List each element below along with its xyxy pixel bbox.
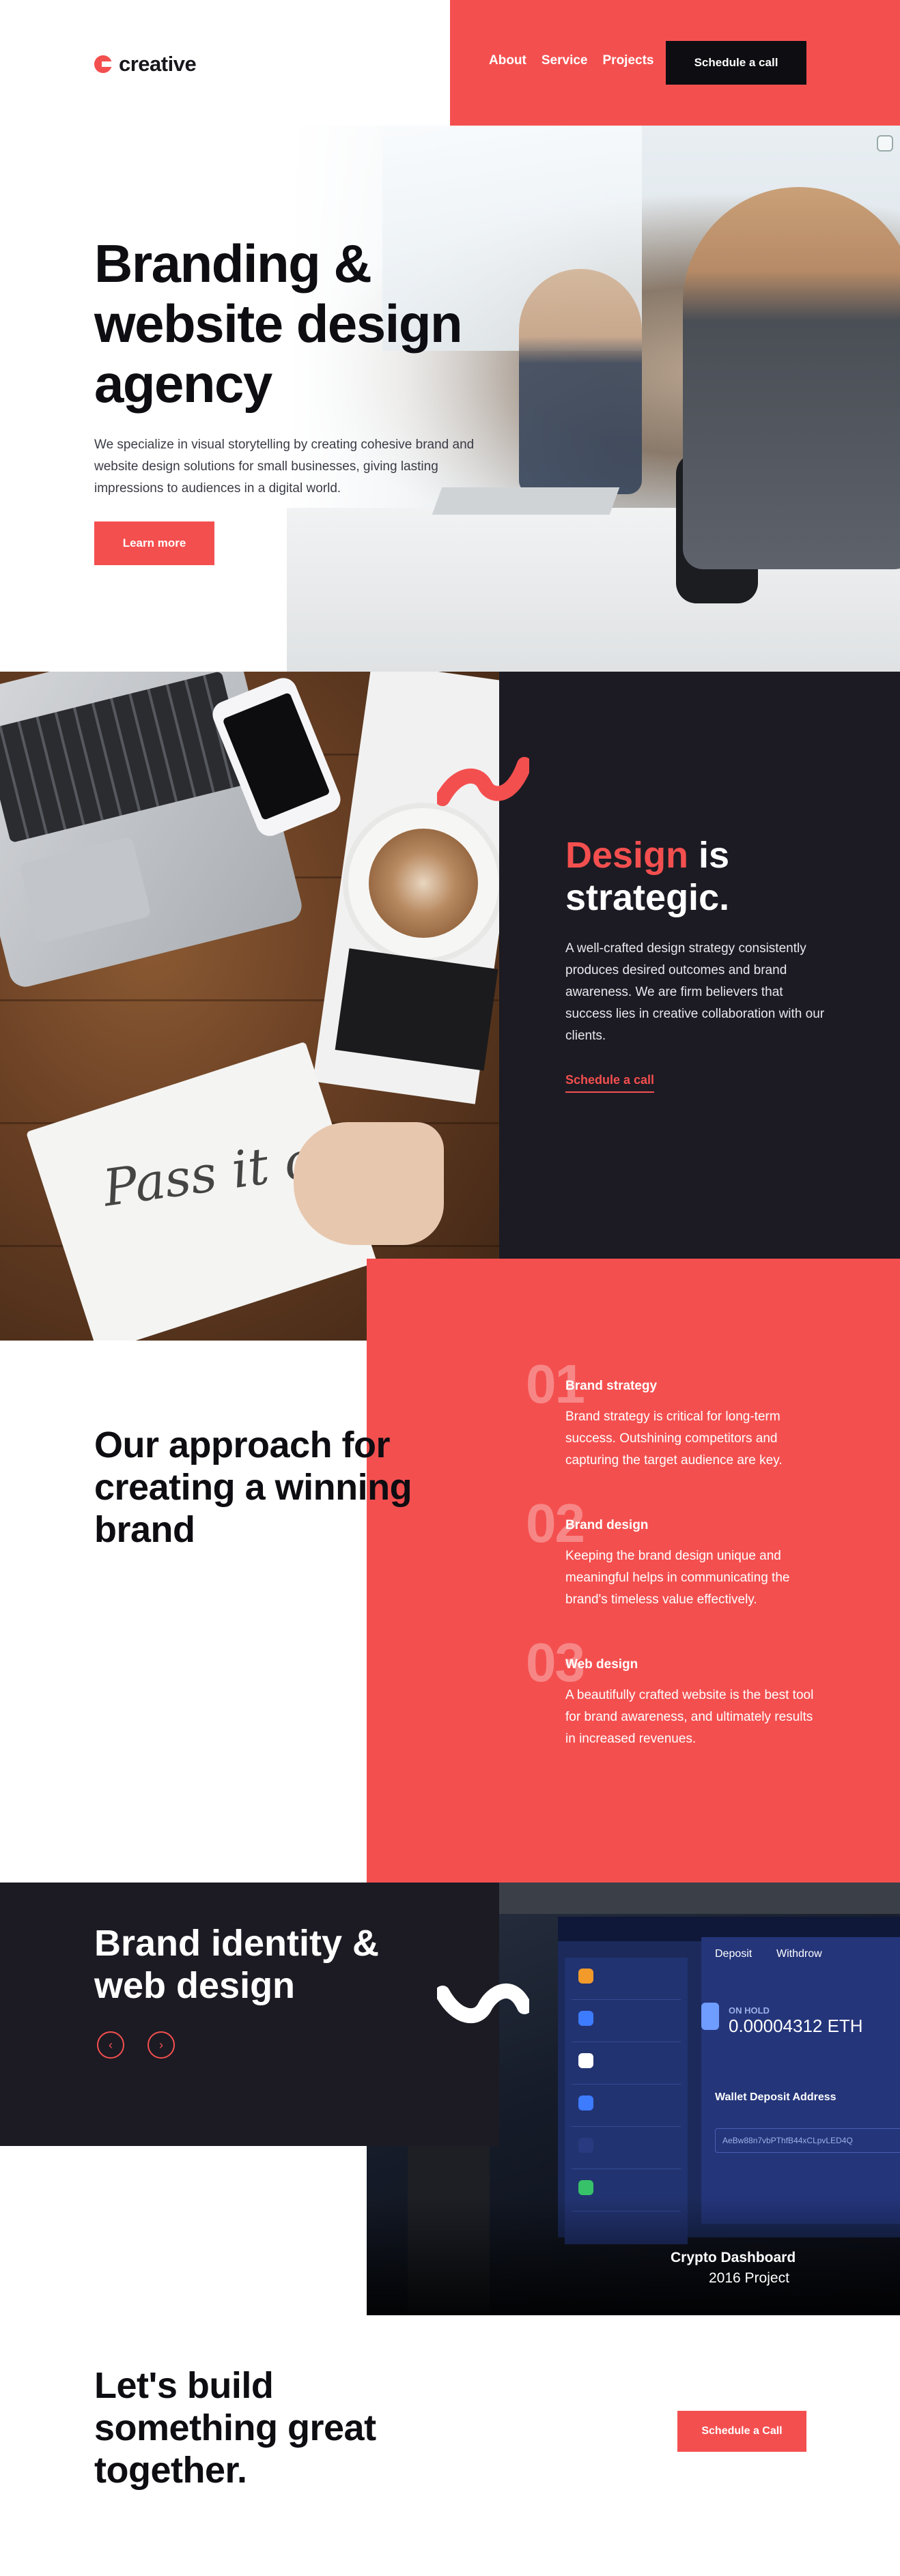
design-schedule-call-link[interactable]: Schedule a call: [565, 1073, 655, 1093]
step-text: Keeping the brand design unique and mean…: [565, 1549, 790, 1607]
chevron-left-icon: ‹: [109, 2037, 113, 2052]
hero-title: Branding & website design agency: [94, 233, 463, 414]
chevron-right-icon: ›: [159, 2037, 163, 2052]
project-title: Crypto Dashboard: [671, 2250, 796, 2265]
main-nav: About Service Projects: [489, 53, 653, 68]
nav-projects[interactable]: Projects: [603, 53, 654, 68]
step-title: Brand strategy: [565, 1379, 658, 1393]
portfolio-title: Brand identity & web design: [94, 1923, 380, 2006]
design-title-accent: Design: [565, 835, 689, 876]
squiggle-icon: [437, 757, 529, 806]
hero-text: We specialize in visual storytelling by …: [94, 438, 475, 496]
design-text: A well-crafted design strategy consisten…: [565, 941, 825, 1043]
nav-about[interactable]: About: [489, 53, 526, 68]
carousel-next-button[interactable]: ›: [147, 2031, 175, 2059]
header-schedule-call-button[interactable]: Schedule a call: [666, 41, 806, 85]
learn-more-button[interactable]: Learn more: [94, 521, 214, 565]
step-title: Brand design: [565, 1518, 649, 1532]
workspace-image: Pass it on: [0, 672, 499, 1341]
step-text: A beautifully crafted website is the bes…: [565, 1688, 814, 1746]
nav-service[interactable]: Service: [542, 53, 588, 68]
carousel-prev-button[interactable]: ‹: [97, 2031, 124, 2059]
logo-icon: [94, 55, 112, 73]
step-text: Brand strategy is critical for long-term…: [565, 1409, 783, 1468]
cta-title: Let's build something great together.: [94, 2365, 376, 2491]
design-title: Design is strategic.: [565, 834, 900, 919]
step-title: Web design: [565, 1657, 638, 1672]
cta-schedule-call-button[interactable]: Schedule a Call: [677, 2411, 806, 2452]
approach-title: Our approach for creating a winning bran…: [94, 1425, 412, 1550]
logo-text: creative: [119, 52, 197, 76]
expand-icon[interactable]: [877, 135, 893, 152]
squiggle-icon: [437, 1984, 529, 2024]
project-subtitle: 2016 Project: [709, 2270, 789, 2286]
logo[interactable]: creative: [94, 51, 197, 78]
